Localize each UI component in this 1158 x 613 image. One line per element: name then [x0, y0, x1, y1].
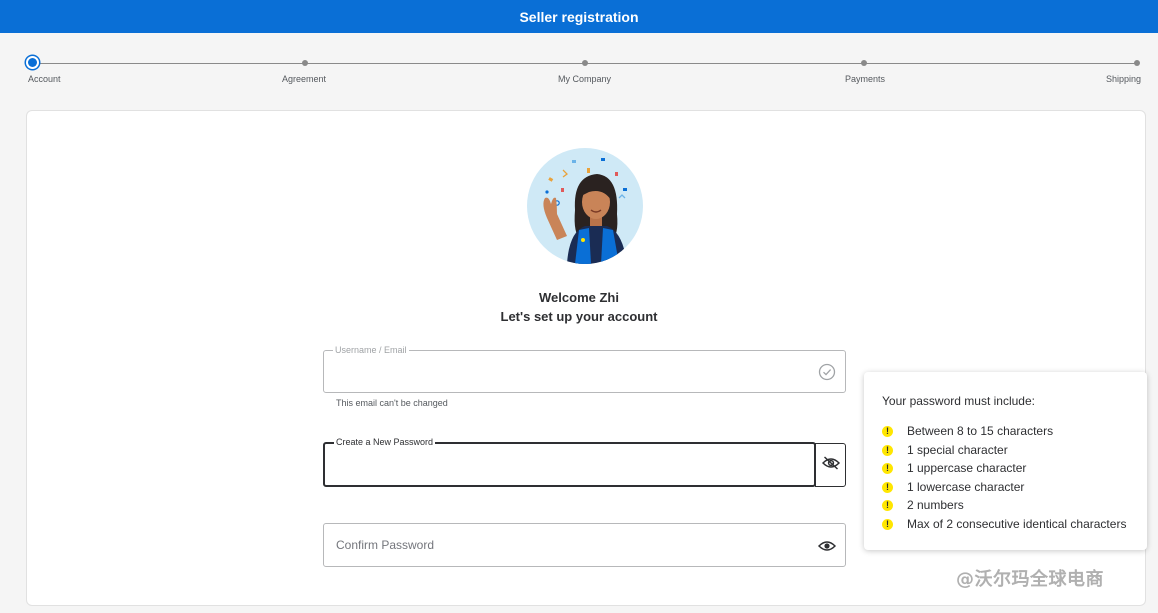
requirement-text: 1 special character: [907, 443, 1008, 457]
step-indicator: [302, 60, 308, 66]
eye-icon[interactable]: [817, 536, 837, 556]
requirement-text: 2 numbers: [907, 498, 964, 512]
requirement-item: ! Max of 2 consecutive identical charact…: [882, 516, 1126, 532]
requirement-text: 1 uppercase character: [907, 461, 1027, 475]
requirement-item: ! 1 uppercase character: [882, 460, 1026, 476]
step-label: My Company: [558, 74, 612, 84]
requirement-item: ! 1 special character: [882, 442, 1008, 458]
requirement-item: ! 1 lowercase character: [882, 479, 1024, 495]
step-indicator: [861, 60, 867, 66]
new-password-label: Create a New Password: [334, 437, 436, 448]
step-label: Agreement: [282, 74, 327, 84]
warning-icon: !: [882, 425, 893, 437]
password-requirements-title: Your password must include:: [882, 394, 1035, 408]
warning-icon: !: [882, 444, 893, 456]
toggle-password-visibility-button[interactable]: [815, 443, 846, 487]
welcome-greeting: Welcome Zhi: [539, 290, 619, 305]
requirement-text: Max of 2 consecutive identical character…: [907, 517, 1127, 531]
registration-stepper: Account Agreement My Company Payments Sh…: [0, 56, 1158, 96]
welcome-subtitle: Let's set up your account: [500, 309, 658, 324]
confirm-password-placeholder: Confirm Password: [336, 538, 435, 552]
username-helper-text: This email can't be changed: [336, 398, 448, 408]
requirement-item: ! 2 numbers: [882, 497, 964, 513]
requirement-text: Between 8 to 15 characters: [907, 424, 1054, 438]
requirement-item: ! Between 8 to 15 characters: [882, 423, 1053, 439]
new-password-input[interactable]: Create a New Password: [323, 437, 816, 487]
warning-icon: !: [882, 481, 893, 493]
page-title: Seller registration: [519, 8, 639, 25]
username-email-label: Username / Email: [333, 345, 409, 356]
confirm-password-input[interactable]: Confirm Password: [323, 523, 846, 567]
step-label: Payments: [845, 74, 886, 84]
step-indicator: [1134, 60, 1140, 66]
check-circle-icon: [817, 362, 837, 382]
requirement-text: 1 lowercase character: [907, 480, 1025, 494]
step-indicator: [582, 60, 588, 66]
step-label: Shipping: [1106, 74, 1142, 84]
password-requirements-popover: Your password must include: ! Between 8 …: [864, 372, 1147, 550]
eye-slash-icon: [821, 455, 840, 475]
warning-icon: !: [882, 499, 893, 511]
header-bar: Seller registration: [0, 0, 1158, 33]
watermark-text: @沃尔玛全球电商: [956, 569, 1104, 590]
step-label: Account: [28, 74, 61, 84]
username-email-field[interactable]: Username / Email: [323, 345, 846, 393]
warning-icon: !: [882, 518, 893, 530]
welcome-avatar-illustration: [527, 148, 643, 264]
warning-icon: !: [882, 462, 893, 474]
step-indicator-active: [28, 58, 37, 67]
